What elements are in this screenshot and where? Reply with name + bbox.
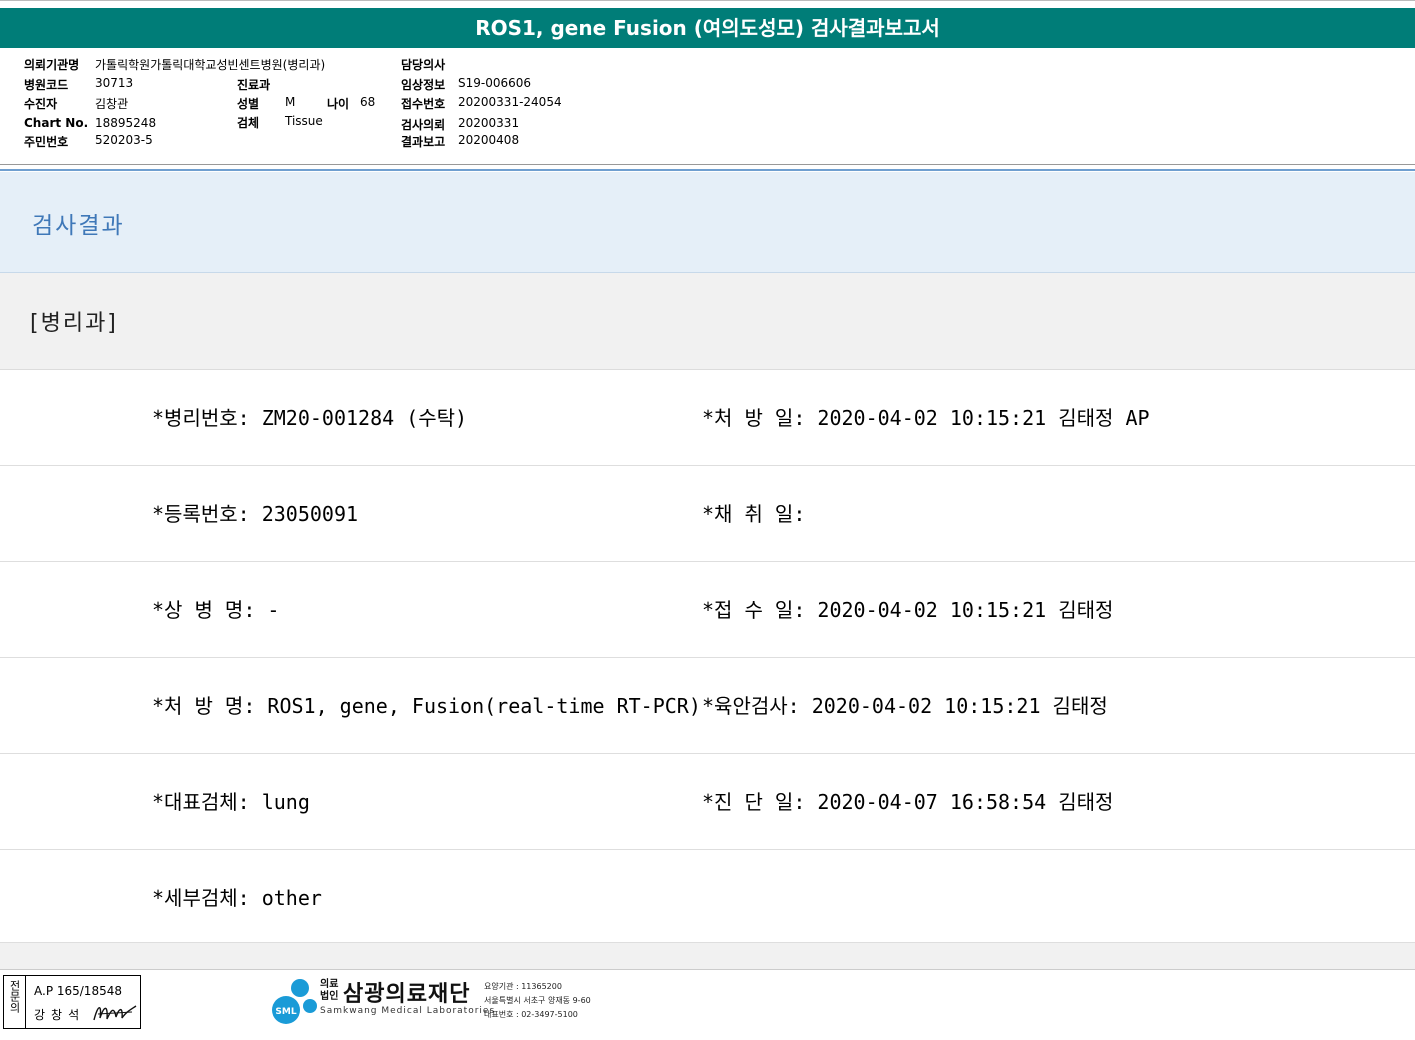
request-label: 검사의뢰 bbox=[401, 118, 446, 132]
row-right-text: *진 단 일: 2020-04-07 16:58:54 김태정 bbox=[702, 790, 1114, 814]
report-title: ROS1, gene Fusion (여의도성모) 검사결과보고서 bbox=[0, 8, 1415, 48]
sex-value: M bbox=[285, 95, 296, 109]
row-right-text: *육안검사: 2020-04-02 10:15:21 김태정 bbox=[702, 694, 1108, 718]
specimen-value: Tissue bbox=[285, 114, 323, 128]
patient-label: 수진자 bbox=[24, 97, 58, 111]
doctor-label: 담당의사 bbox=[401, 58, 446, 72]
report-label: 결과보고 bbox=[401, 135, 446, 149]
request-value: 20200331 bbox=[458, 116, 520, 130]
dept-header: [병리과] bbox=[0, 273, 1415, 370]
logo-name: 삼광의료재단 bbox=[343, 982, 471, 1007]
stamp-vertical-label: 전문의 bbox=[4, 976, 26, 1028]
footer-band bbox=[0, 943, 1415, 970]
row-left-text: *병리번호: ZM20-001284 (수탁) bbox=[152, 406, 468, 430]
specialist-stamp: 전문의 A.P 165/18548 강창석 bbox=[3, 975, 141, 1029]
row-left-text: *대표검체: lung bbox=[152, 790, 310, 814]
hospital-code-value: 30713 bbox=[95, 76, 134, 90]
lab-logo: SML 의료 법인 삼광의료재단 Samkwang Medical Labora… bbox=[270, 976, 600, 1028]
institution-label: 의뢰기관명 bbox=[24, 58, 80, 72]
institution-value: 가톨릭학원가톨릭대학교성빈센트병원(병리과) bbox=[95, 58, 326, 72]
logo-info: 요양기관 : 11365200 서울특별시 서초구 양재동 9-60 대표번호 … bbox=[484, 982, 591, 1019]
stamp-id: A.P 165/18548 bbox=[34, 984, 122, 998]
header-divider bbox=[0, 164, 1415, 165]
logo-legal-label: 의료 법인 bbox=[320, 979, 339, 1002]
row-right-text: *처 방 일: 2020-04-02 10:15:21 김태정 AP bbox=[702, 406, 1150, 430]
resident-value: 520203-5 bbox=[95, 133, 153, 147]
section-title: 검사결과 bbox=[32, 213, 125, 239]
logo-english-name: Samkwang Medical Laboratories bbox=[320, 1006, 496, 1016]
receipt-value: 20200331-24054 bbox=[458, 95, 562, 109]
result-row: *대표검체: lung *진 단 일: 2020-04-07 16:58:54 … bbox=[0, 754, 1415, 850]
stamp-name: 강창석 bbox=[34, 1008, 86, 1022]
result-row: *처 방 명: ROS1, gene, Fusion(real-time RT-… bbox=[0, 658, 1415, 754]
hospital-code-label: 병원코드 bbox=[24, 78, 69, 92]
resident-label: 주민번호 bbox=[24, 135, 69, 149]
row-left-text: *처 방 명: ROS1, gene, Fusion(real-time RT-… bbox=[152, 694, 701, 718]
report-value: 20200408 bbox=[458, 133, 520, 147]
patient-value: 김창관 bbox=[95, 97, 129, 111]
dept-label: 진료과 bbox=[237, 78, 271, 92]
result-row: *등록번호: 23050091 *채 취 일: bbox=[0, 466, 1415, 562]
signature-icon bbox=[93, 1005, 137, 1021]
age-label: 나이 bbox=[327, 97, 350, 111]
receipt-label: 접수번호 bbox=[401, 97, 446, 111]
patient-info-header: 의뢰기관명 가톨릭학원가톨릭대학교성빈센트병원(병리과) 병원코드 30713 … bbox=[0, 48, 1415, 166]
result-row: *세부검체: other bbox=[0, 850, 1415, 943]
age-value: 68 bbox=[360, 95, 376, 109]
result-section-header: 검사결과 bbox=[0, 172, 1415, 273]
row-right-text: *접 수 일: 2020-04-02 10:15:21 김태정 bbox=[702, 598, 1114, 622]
row-left-text: *세부검체: other bbox=[152, 886, 322, 910]
result-row: *병리번호: ZM20-001284 (수탁) *처 방 일: 2020-04-… bbox=[0, 370, 1415, 466]
dept-title: [병리과] bbox=[30, 311, 118, 336]
row-right-text: *채 취 일: bbox=[702, 502, 806, 526]
specimen-label: 검체 bbox=[237, 116, 260, 130]
clinical-label: 임상정보 bbox=[401, 78, 446, 92]
sex-label: 성별 bbox=[237, 97, 260, 111]
sml-logo-icon: SML bbox=[272, 979, 317, 1024]
sml-text: SML bbox=[275, 1007, 296, 1017]
chart-no-label: Chart No. bbox=[24, 116, 89, 130]
row-left-text: *상 병 명: - bbox=[152, 598, 280, 622]
result-row: *상 병 명: - *접 수 일: 2020-04-02 10:15:21 김태… bbox=[0, 562, 1415, 658]
chart-no-value: 18895248 bbox=[95, 116, 157, 130]
row-left-text: *등록번호: 23050091 bbox=[152, 502, 359, 526]
clinical-value: S19-006606 bbox=[458, 76, 532, 90]
section-divider bbox=[0, 169, 1415, 171]
